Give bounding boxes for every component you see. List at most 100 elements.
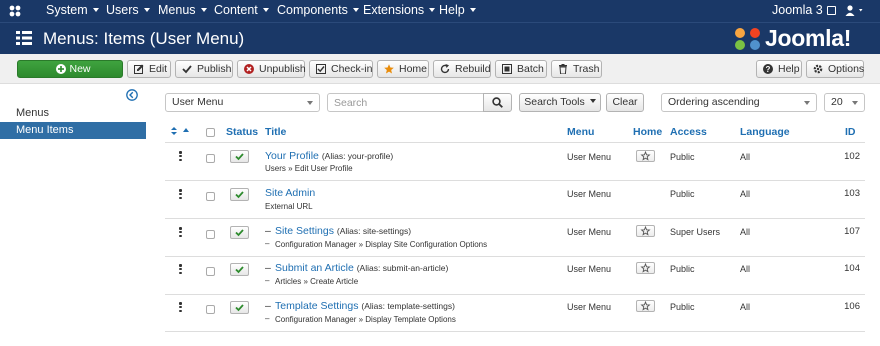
edit-button[interactable]: Edit — [127, 60, 171, 78]
options-button[interactable]: Options — [806, 60, 864, 78]
batch-button[interactable]: Batch — [495, 60, 547, 78]
nav-users[interactable]: Users — [106, 0, 150, 22]
search-input[interactable] — [327, 93, 484, 112]
row-language: All — [740, 302, 751, 312]
page-title: Menus: Items (User Menu) — [43, 29, 245, 48]
rebuild-button[interactable]: Rebuild — [433, 60, 491, 78]
header-status[interactable]: Status — [226, 126, 258, 138]
table-divider — [165, 294, 865, 295]
ordering-select[interactable]: Ordering ascending — [661, 93, 817, 112]
home-toggle-button[interactable] — [636, 225, 655, 237]
home-toggle-button[interactable] — [636, 300, 655, 312]
home-toggle-button[interactable] — [636, 150, 655, 162]
select-all-checkbox[interactable] — [206, 128, 215, 137]
status-toggle-button[interactable] — [230, 150, 249, 163]
row-access: Public — [670, 302, 695, 312]
drag-handle-icon[interactable] — [179, 302, 182, 313]
drag-handle-icon[interactable] — [179, 189, 182, 200]
status-toggle-button[interactable] — [230, 263, 249, 276]
question-circle-icon: ? — [763, 64, 773, 74]
nav-system[interactable]: System — [46, 0, 99, 22]
row-title-link[interactable]: Site Admin — [265, 187, 315, 199]
unpublish-button[interactable]: Unpublish — [237, 60, 306, 78]
level-indicator: – — [265, 314, 270, 323]
row-checkbox[interactable] — [206, 154, 215, 163]
nav-help[interactable]: Help — [439, 0, 476, 22]
row-type: External URL — [265, 202, 313, 211]
table-divider — [165, 180, 865, 181]
row-id: 102 — [844, 151, 860, 162]
header-id[interactable]: ID — [845, 126, 856, 138]
nav-menus[interactable]: Menus — [158, 0, 207, 22]
row-access: Public — [670, 189, 695, 199]
user-menu[interactable] — [845, 4, 867, 21]
row-title-link[interactable]: Submit an Article (Alias: submit-an-arti… — [275, 262, 448, 274]
gear-icon — [813, 64, 823, 74]
external-link-icon — [826, 6, 836, 15]
table-divider — [165, 218, 865, 219]
collapse-sidebar-icon[interactable] — [126, 89, 138, 101]
trash-icon — [559, 64, 567, 74]
drag-handle-icon[interactable] — [179, 264, 182, 275]
list-icon — [16, 31, 32, 45]
home-button[interactable]: Home — [377, 60, 429, 78]
new-button[interactable]: New — [17, 60, 123, 78]
table-divider — [165, 331, 865, 332]
level-indicator: – — [265, 239, 270, 248]
plus-circle-icon — [56, 64, 66, 74]
menu-select[interactable]: User Menu — [165, 93, 320, 112]
row-title-link[interactable]: Site Settings (Alias: site-settings) — [275, 225, 411, 237]
table-divider — [165, 142, 865, 143]
drag-handle-icon[interactable] — [179, 227, 182, 238]
clear-button[interactable]: Clear — [606, 93, 644, 112]
status-toggle-button[interactable] — [230, 226, 249, 239]
row-access: Super Users — [670, 227, 721, 237]
level-indicator: – — [265, 262, 271, 274]
trash-button[interactable]: Trash — [551, 60, 602, 78]
batch-icon — [502, 64, 512, 74]
nav-extensions[interactable]: Extensions — [363, 0, 436, 22]
brand-logo: Joomla! — [765, 25, 852, 51]
dropdown-arrow-icon — [804, 101, 810, 105]
limit-select[interactable]: 20 — [824, 93, 865, 112]
status-toggle-button[interactable] — [230, 301, 249, 314]
level-indicator: – — [265, 276, 270, 285]
checkin-button[interactable]: Check-in — [309, 60, 373, 78]
header-access[interactable]: Access — [670, 126, 707, 138]
joomla-logo-icon[interactable] — [8, 4, 22, 18]
search-tools-button[interactable]: Search Tools — [519, 93, 601, 112]
row-access: Public — [670, 152, 695, 162]
drag-handle-icon[interactable] — [179, 151, 182, 162]
row-menu: User Menu — [567, 227, 612, 237]
star-outline-icon — [640, 150, 651, 161]
site-link[interactable]: Joomla 3 — [772, 0, 836, 22]
row-checkbox[interactable] — [206, 267, 215, 276]
sidebar-item-menu-items[interactable]: Menu Items — [0, 122, 146, 139]
row-title-link[interactable]: Your Profile (Alias: your-profile) — [265, 150, 393, 162]
refresh-icon — [440, 64, 450, 74]
row-checkbox[interactable] — [206, 192, 215, 201]
search-icon — [492, 97, 503, 108]
checkmark-icon — [235, 304, 244, 312]
nav-content[interactable]: Content — [214, 0, 269, 22]
joomla-brand-icon — [735, 28, 760, 50]
row-language: All — [740, 264, 751, 274]
search-button[interactable] — [483, 93, 512, 112]
row-checkbox[interactable] — [206, 305, 215, 314]
home-toggle-button[interactable] — [636, 262, 655, 274]
header-home[interactable]: Home — [633, 126, 662, 138]
ordering-sort-icon[interactable] — [171, 126, 191, 136]
header-menu[interactable]: Menu — [567, 126, 594, 138]
publish-button[interactable]: Publish — [175, 60, 233, 78]
row-id: 103 — [844, 188, 860, 199]
header-title[interactable]: Title — [265, 126, 286, 138]
row-id: 107 — [844, 226, 860, 237]
sidebar-item-menus[interactable]: Menus — [0, 105, 146, 122]
checkmark-icon — [235, 191, 244, 199]
status-toggle-button[interactable] — [230, 188, 249, 201]
row-checkbox[interactable] — [206, 230, 215, 239]
nav-components[interactable]: Components — [277, 0, 359, 22]
help-button[interactable]: ? Help — [756, 60, 802, 78]
header-language[interactable]: Language — [740, 126, 790, 138]
row-title-link[interactable]: Template Settings (Alias: template-setti… — [275, 300, 455, 312]
